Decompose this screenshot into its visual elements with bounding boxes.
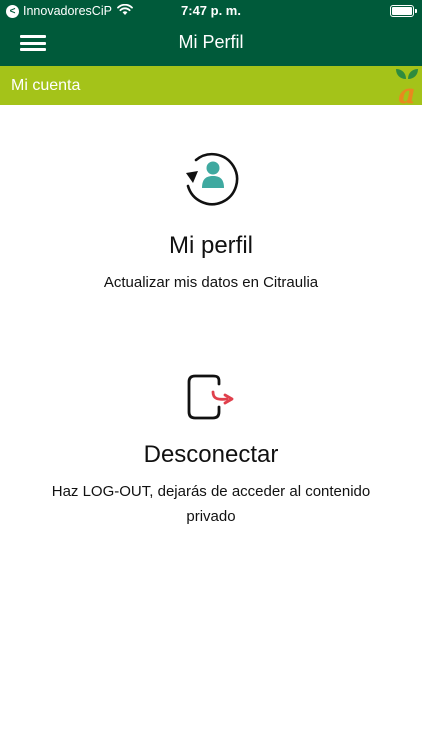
account-section-bar: Mi cuenta a [0,66,422,105]
logout-icon [187,374,234,420]
profile-option[interactable]: Mi perfil Actualizar mis datos en Citrau… [0,140,422,300]
page-title: Mi Perfil [178,32,244,52]
account-section-label: Mi cuenta [11,77,81,94]
citraulia-logo: a [396,69,418,105]
logout-option[interactable]: Desconectar Haz LOG-OUT, dejarás de acce… [0,365,422,535]
profile-refresh-icon [186,152,239,206]
status-time: 7:47 p. m. [181,3,241,18]
app-header: < InnovadoresCiP 7:47 p. m. Mi Perfil [0,0,422,66]
battery-icon [390,5,417,17]
status-bar: < InnovadoresCiP 7:47 p. m. [0,0,422,24]
profile-title: Mi perfil [168,232,253,259]
logout-description: Haz LOG-OUT, dejarás de acceder al conte… [51,483,371,525]
svg-text:a: a [398,79,416,105]
logout-title: Desconectar [143,441,279,468]
profile-description: Actualizar mis datos en Citraulia [103,274,319,291]
